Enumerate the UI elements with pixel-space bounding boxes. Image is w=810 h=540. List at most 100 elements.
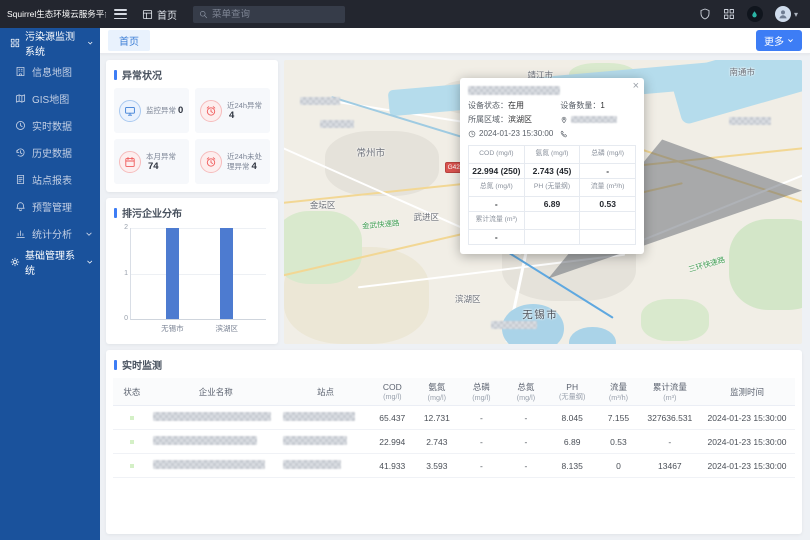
reading-header: COD (mg/l) (469, 146, 525, 164)
cell-tn: - (504, 454, 549, 478)
cell-nh3: 12.731 (415, 406, 460, 430)
reading-header: 流量 (m³/h) (580, 179, 636, 197)
cell-total-flow: - (641, 430, 699, 454)
bar-binhu[interactable] (220, 228, 233, 319)
redacted-map-label (300, 97, 340, 105)
popup-time: 2024-01-23 15:30:00 (479, 128, 553, 139)
cell-time: 2024-01-23 15:30:00 (699, 430, 795, 454)
reading-header: 氨氮 (mg/l) (524, 146, 580, 164)
chevron-down-icon (86, 258, 93, 266)
reading-value: 22.994 (250) (469, 164, 525, 179)
header-actions: ▾ (699, 6, 798, 22)
table-row[interactable]: 22.994 2.743 - - 6.89 0.53 - 2024-01-23 … (113, 430, 795, 454)
stat-tile-monitor-abnormal[interactable]: 监控异常0 (114, 88, 189, 133)
report-icon (15, 174, 26, 185)
sidebar-section-basic-management[interactable]: 基础管理系统 (0, 247, 100, 277)
y-tick: 0 (117, 315, 128, 322)
map-label-district: 金坛区 (310, 199, 336, 211)
search-input[interactable] (212, 9, 324, 20)
dashboard-icon (142, 9, 153, 20)
reading-value: 2.743 (45) (524, 164, 580, 179)
cell-ph: 8.135 (548, 454, 596, 478)
col-header: COD (372, 382, 413, 392)
title-accent-bar (114, 70, 117, 80)
sidebar-item-label: 信息地图 (32, 64, 72, 79)
more-button[interactable]: 更多 (756, 30, 802, 51)
tab-home[interactable]: 首页 (108, 30, 150, 51)
device-status-label: 设备状态： (468, 101, 508, 110)
table-header-row: 状态 企业名称 站点 COD(mg/l) 氨氮(mg/l) 总磷(mg/l) 总… (113, 378, 795, 406)
cell-time: 2024-01-23 15:30:00 (699, 454, 795, 478)
cell-flow: 0.53 (596, 430, 641, 454)
stat-tile-24h-unhandled[interactable]: 近24h未处理异常4 (195, 139, 270, 184)
cell-ph: 8.045 (548, 406, 596, 430)
cell-cod: 41.933 (370, 454, 415, 478)
region-value: 滨湖区 (508, 115, 532, 124)
redacted-site-name (283, 460, 341, 469)
map-green-area (641, 299, 708, 342)
menu-search[interactable] (193, 6, 345, 23)
redacted-company-name (153, 436, 257, 445)
stat-tile-24h-abnormal[interactable]: 近24h异常4 (195, 88, 270, 133)
home-nav-button[interactable]: 首页 (142, 7, 177, 22)
sidebar-item-site-report[interactable]: 站点报表 (0, 166, 100, 193)
realtime-monitor-card: 实时监测 状态 企业名称 站点 COD(mg/l) 氨氮(mg/l) 总磷(mg… (106, 350, 802, 534)
sidebar-section-pollution-monitoring[interactable]: 污染源监测系统 (0, 28, 100, 58)
sidebar-item-info-map[interactable]: 信息地图 (0, 58, 100, 85)
table-row[interactable]: 65.437 12.731 - - 8.045 7.155 327636.531… (113, 406, 795, 430)
stat-label: 监控异常 (146, 106, 176, 115)
bar-wuxi[interactable] (166, 228, 179, 319)
sidebar-item-gis-map[interactable]: GIS地图 (0, 85, 100, 112)
map-canvas[interactable]: 靖江市 南通市 常州市 江阴市 金坛区 武进区 无锡市 滨湖区 三环快速路 金武… (284, 60, 802, 344)
map-label-road: 三环快速路 (687, 254, 726, 275)
chevron-down-icon (87, 39, 93, 47)
tab-bar: 首页 更多 (100, 28, 810, 54)
more-button-label: 更多 (764, 33, 784, 48)
device-status-value: 在用 (508, 101, 524, 110)
x-category-label: 滨湖区 (216, 323, 239, 334)
y-tick: 1 (117, 270, 128, 277)
cell-total-flow: 327636.531 (641, 406, 699, 430)
stat-label: 本月异常 (146, 152, 176, 161)
sidebar-item-label: 实时数据 (32, 118, 72, 133)
sidebar-item-label: 历史数据 (32, 145, 72, 160)
calendar-icon (119, 151, 141, 173)
alarm-icon (200, 151, 222, 173)
chart-plot-area: 2 1 0 (130, 228, 266, 320)
card-title-row: 实时监测 (106, 350, 802, 376)
y-tick: 2 (117, 224, 128, 231)
card-title: 异常状况 (122, 67, 162, 82)
col-header: 总磷 (461, 381, 502, 393)
shield-icon[interactable] (699, 8, 711, 20)
sidebar-item-history-data[interactable]: 历史数据 (0, 139, 100, 166)
water-drop-logo-icon[interactable] (747, 6, 763, 22)
region-label: 所属区域： (468, 115, 508, 124)
hamburger-menu-icon[interactable] (114, 9, 127, 19)
user-avatar-menu[interactable]: ▾ (775, 6, 798, 22)
col-header: 氨氮 (417, 381, 458, 393)
sidebar-item-label: 统计分析 (32, 226, 72, 241)
cell-tp: - (459, 454, 504, 478)
apps-grid-icon[interactable] (723, 8, 735, 20)
close-icon[interactable]: × (633, 80, 639, 92)
redacted-site-name (283, 436, 347, 445)
avatar (775, 6, 791, 22)
card-title-row: 排污企业分布 (106, 198, 278, 224)
app-root: Squirrel生态环境云服务平台 首页 (0, 0, 810, 540)
sidebar-item-statistics[interactable]: 统计分析 (0, 220, 100, 247)
redacted-site-name (283, 412, 355, 421)
clock-icon (15, 120, 26, 131)
stat-tile-month-abnormal[interactable]: 本月异常74 (114, 139, 189, 184)
popup-info-grid: 设备状态：在用 设备数量：1 所属区域：滨湖区 2024-01-23 15:30… (468, 100, 636, 139)
stat-value: 4 (229, 110, 234, 121)
cell-flow: 7.155 (596, 406, 641, 430)
home-nav-label: 首页 (157, 7, 177, 22)
sidebar-item-realtime-data[interactable]: 实时数据 (0, 112, 100, 139)
stat-value: 4 (252, 161, 257, 172)
table-row[interactable]: 41.933 3.593 - - 8.135 0 13467 2024-01-2… (113, 454, 795, 478)
reading-value: - (580, 164, 636, 179)
cell-time: 2024-01-23 15:30:00 (699, 406, 795, 430)
gridline (131, 228, 266, 229)
sidebar-item-label: GIS地图 (32, 91, 69, 106)
sidebar-item-alert-management[interactable]: 预警管理 (0, 193, 100, 220)
